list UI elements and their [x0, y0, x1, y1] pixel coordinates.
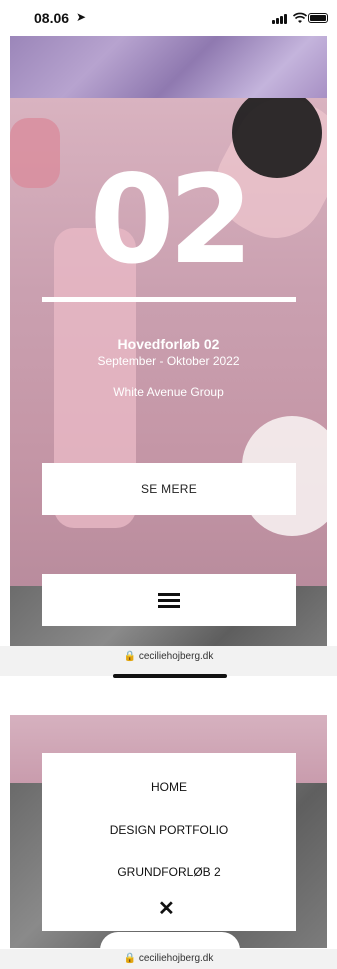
course-dates: September - Oktober 2022 — [97, 354, 240, 368]
status-time: 08.06 — [34, 10, 70, 26]
location-arrow-icon: ➤ — [76, 10, 87, 24]
header-image — [10, 36, 327, 98]
close-icon[interactable]: ✕ — [158, 896, 175, 921]
menu-item-home[interactable]: HOME — [42, 780, 296, 794]
browser-url-2: 🔒 ceciliehojberg.dk — [0, 953, 337, 964]
see-more-button[interactable]: SE MERE — [42, 463, 296, 515]
wifi-icon — [293, 12, 307, 23]
browser-url: 🔒 ceciliehojberg.dk — [0, 651, 337, 662]
lock-icon: 🔒 — [123, 953, 137, 964]
course-number: 02 — [89, 149, 254, 291]
url-text-2: ceciliehojberg.dk — [138, 953, 214, 964]
battery-icon — [308, 13, 328, 23]
menu-item-grundforlob-2[interactable]: GRUNDFORLØB 2 — [42, 865, 296, 879]
decorative-number-fragment — [100, 932, 240, 950]
url-text: ceciliehojberg.dk — [138, 651, 214, 662]
menu-item-design-portfolio[interactable]: DESIGN PORTFOLIO — [42, 823, 296, 837]
divider — [42, 297, 296, 302]
home-indicator[interactable] — [113, 674, 227, 678]
lock-icon: 🔒 — [123, 651, 137, 662]
course-title: Hovedforløb 02 — [117, 336, 220, 352]
signal-icon — [272, 14, 290, 24]
course-group: White Avenue Group — [113, 385, 224, 399]
hamburger-menu-icon[interactable] — [158, 593, 180, 609]
